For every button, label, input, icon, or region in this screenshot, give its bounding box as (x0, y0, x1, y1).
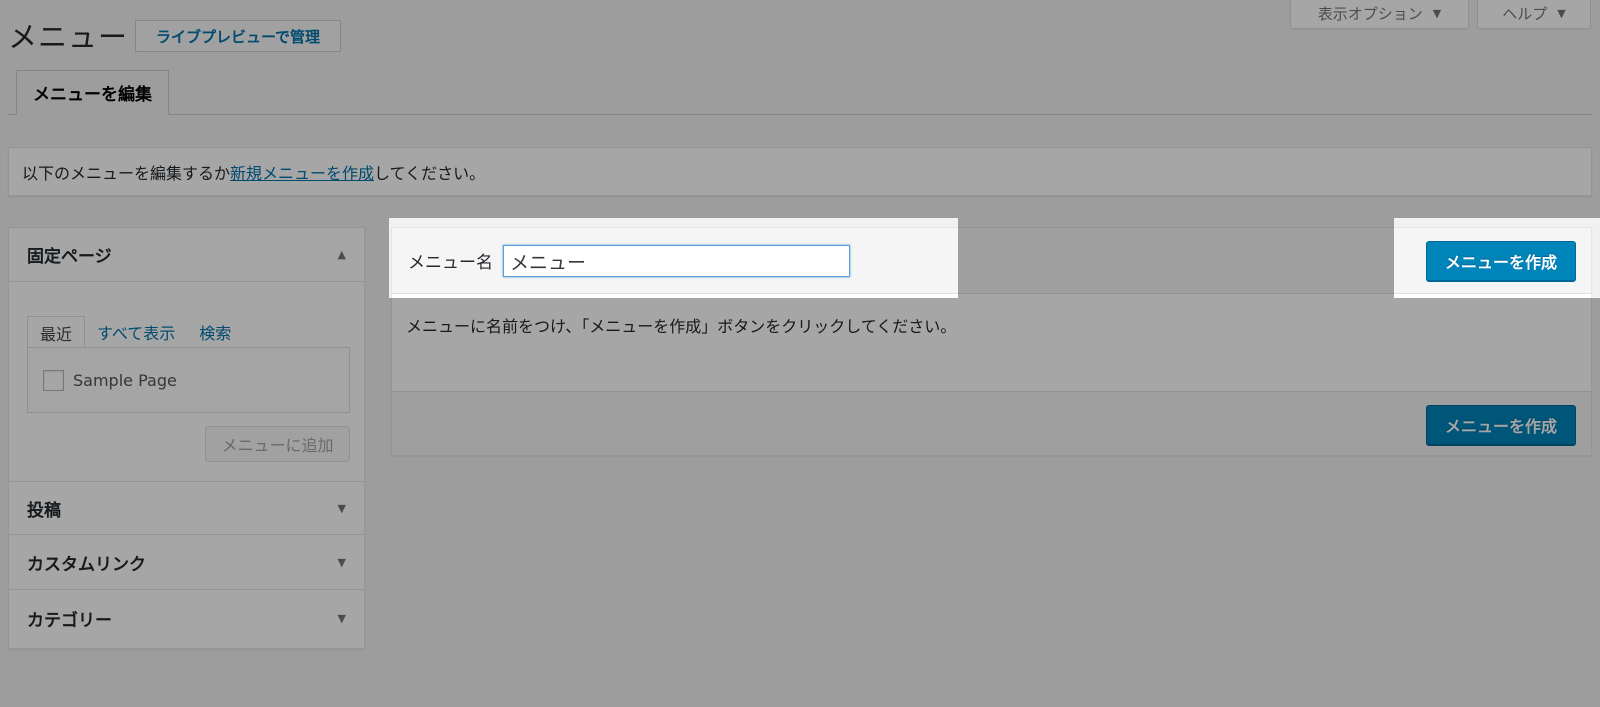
live-preview-button[interactable]: ライブプレビューで管理 (135, 20, 341, 52)
add-menu-items-accordion: 固定ページ ▲ 最近 すべて表示 検索 Sample Page メニューに追加 … (8, 227, 365, 649)
menu-name-input[interactable] (503, 245, 850, 277)
pages-tabs: 最近 すべて表示 検索 (27, 316, 243, 349)
tab-divider (8, 114, 1592, 115)
pages-checklist: Sample Page (27, 347, 350, 413)
accordion-title: 固定ページ (27, 247, 112, 267)
menu-editor-panel: メニュー名 メニューを作成 メニューに名前をつけ、「メニューを作成」ボタンをクリ… (391, 227, 1592, 456)
accordion-title: カテゴリー (27, 610, 112, 631)
notice-prefix: 以下のメニューを編集するか (22, 163, 231, 183)
create-menu-button-bottom[interactable]: メニューを作成 (1426, 405, 1576, 445)
screen-options-label: 表示オプション (1317, 4, 1423, 23)
create-menu-button-top[interactable]: メニューを作成 (1426, 241, 1576, 281)
triangle-down-icon: ▼ (1557, 6, 1566, 20)
sample-page-label: Sample Page (73, 370, 177, 390)
menu-instructions: メニューに名前をつけ、「メニューを作成」ボタンをクリックしてください。 (406, 317, 957, 336)
add-to-menu-button[interactable]: メニューに追加 (205, 426, 350, 462)
notice-suffix: してください。 (374, 163, 486, 183)
help-button[interactable]: ヘルプ ▼ (1477, 0, 1591, 29)
tab-most-recent[interactable]: 最近 (27, 316, 86, 349)
triangle-down-icon: ▼ (1432, 6, 1442, 20)
accordion-title: カスタムリンク (27, 555, 146, 575)
tab-edit-menus[interactable]: メニューを編集 (16, 70, 169, 115)
accordion-section-categories[interactable]: カテゴリー ▼ (9, 591, 364, 645)
tab-search[interactable]: 検索 (187, 316, 243, 348)
accordion-section-posts[interactable]: 投稿 ▼ (9, 481, 364, 535)
triangle-up-icon: ▲ (337, 248, 346, 261)
accordion-section-custom-links[interactable]: カスタムリンク ▼ (9, 536, 364, 590)
screen-options-button[interactable]: 表示オプション ▼ (1290, 0, 1469, 29)
help-label: ヘルプ (1502, 4, 1548, 23)
menu-footer (392, 391, 1591, 455)
triangle-down-icon: ▼ (337, 556, 346, 569)
triangle-down-icon: ▼ (337, 611, 346, 625)
create-new-menu-link[interactable]: 新規メニューを作成 (230, 160, 374, 184)
page-title: メニュー (8, 20, 129, 54)
manage-menus-notice: 以下のメニューを編集するか 新規メニューを作成 してください。 (8, 147, 1592, 196)
triangle-down-icon: ▼ (337, 501, 346, 515)
accordion-section-pages[interactable]: 固定ページ ▲ (9, 228, 364, 282)
accordion-title: 投稿 (27, 500, 61, 521)
tab-view-all[interactable]: すべて表示 (85, 316, 187, 348)
menu-name-label: メニュー名 (408, 253, 493, 273)
sample-page-checkbox[interactable] (43, 369, 64, 391)
